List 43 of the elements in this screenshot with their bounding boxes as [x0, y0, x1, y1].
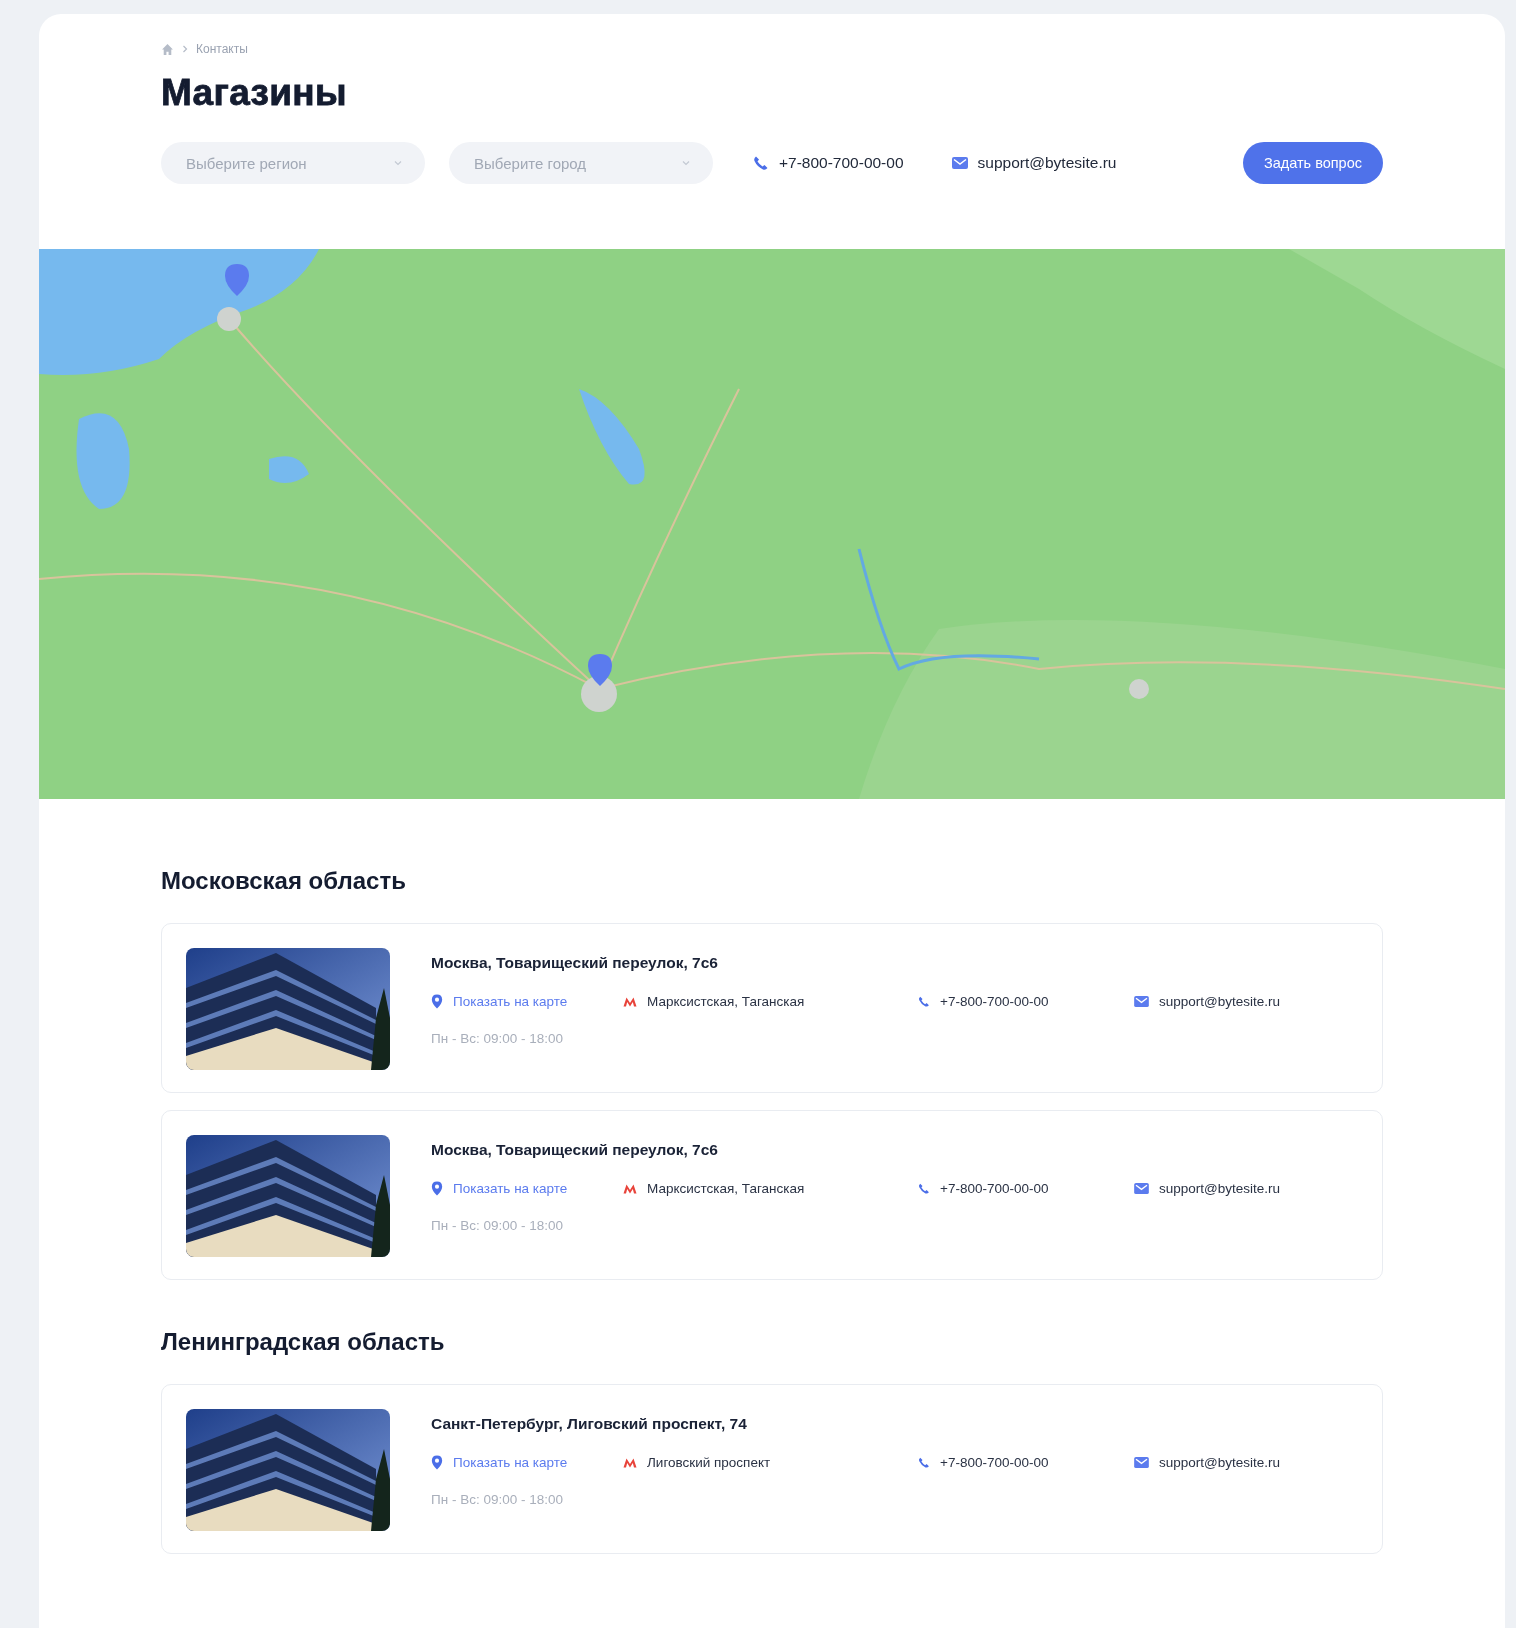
show-on-map-link[interactable]: Показать на карте [453, 1455, 568, 1470]
phone-link[interactable]: +7-800-700-00-00 [940, 994, 1049, 1009]
phone-icon [918, 1455, 930, 1470]
chevron-down-icon [393, 160, 403, 166]
opening-hours: Пн - Вс: 09:00 - 18:00 [431, 1218, 564, 1233]
metro-stations: Марксистская, Таганская [647, 994, 805, 1009]
metro-icon [623, 996, 637, 1007]
chevron-icon [182, 45, 188, 53]
location-pin-icon [431, 994, 443, 1009]
ask-question-button[interactable]: Задать вопрос [1242, 142, 1383, 184]
email-link[interactable]: support@bytesite.ru [1159, 1181, 1280, 1196]
phone-icon [918, 1181, 930, 1196]
phone-link[interactable]: +7-800-700-00-00 [940, 1181, 1049, 1196]
metro-icon [623, 1183, 637, 1194]
mail-icon [1134, 1183, 1149, 1194]
metro-stations: Марксистская, Таганская [647, 1181, 805, 1196]
region-heading: Ленинградская область [161, 1328, 446, 1356]
store-address: Москва, Товарищеский переулок, 7с6 [431, 954, 719, 972]
email-link[interactable]: support@bytesite.ru [1159, 1455, 1280, 1470]
phone-link[interactable]: +7-800-700-00-00 [940, 1455, 1049, 1470]
mail-icon [1134, 1457, 1149, 1468]
store-address: Москва, Товарищеский переулок, 7с6 [431, 1141, 719, 1159]
phone-link[interactable]: +7-800-700-00-00 [779, 154, 904, 172]
store-address: Санкт-Петербург, Лиговский проспект, 74 [431, 1415, 748, 1433]
region-heading: Московская область [161, 867, 407, 895]
opening-hours: Пн - Вс: 09:00 - 18:00 [431, 1031, 564, 1046]
show-on-map-link[interactable]: Показать на карте [453, 994, 568, 1009]
chevron-down-icon [681, 160, 691, 166]
email-link[interactable]: support@bytesite.ru [1159, 994, 1280, 1009]
breadcrumb-current: Контакты [196, 42, 248, 56]
opening-hours: Пн - Вс: 09:00 - 18:00 [431, 1492, 564, 1507]
home-icon[interactable] [161, 42, 174, 56]
phone-icon [753, 155, 769, 171]
metro-stations: Лиговский проспект [647, 1455, 771, 1470]
show-on-map-link[interactable]: Показать на карте [453, 1181, 568, 1196]
mail-icon [951, 157, 968, 169]
location-pin-icon [431, 1455, 443, 1470]
mail-icon [1134, 996, 1149, 1007]
phone-icon [918, 994, 930, 1009]
metro-icon [623, 1457, 637, 1468]
location-pin-icon [431, 1181, 443, 1196]
page-title: Магазины [161, 72, 348, 114]
email-link[interactable]: support@bytesite.ru [977, 154, 1117, 172]
